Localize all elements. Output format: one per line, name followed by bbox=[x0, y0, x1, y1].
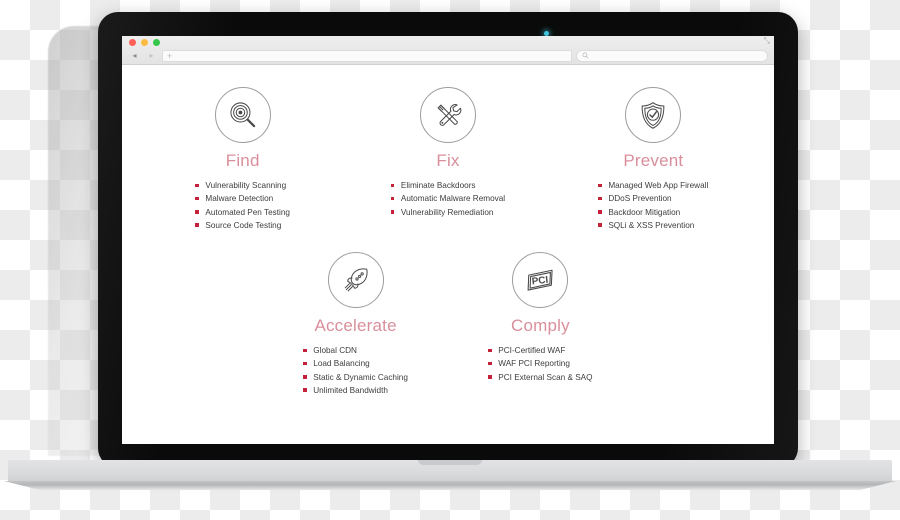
window-controls bbox=[129, 39, 160, 46]
browser-nav-row: ◂ ▸ + bbox=[122, 48, 774, 64]
search-icon bbox=[582, 52, 589, 61]
list-item: Global CDN bbox=[303, 344, 408, 357]
feature-title: Find bbox=[225, 151, 260, 170]
feature-list: Vulnerability Scanning Malware Detection… bbox=[195, 179, 290, 232]
feature-title: Prevent bbox=[623, 151, 684, 170]
back-button[interactable]: ◂ bbox=[128, 50, 141, 62]
address-bar[interactable]: + bbox=[162, 50, 572, 62]
laptop-base-notch bbox=[418, 460, 482, 465]
list-item: PCI External Scan & SAQ bbox=[488, 371, 593, 384]
search-input[interactable] bbox=[576, 50, 768, 62]
list-item: Vulnerability Remediation bbox=[390, 206, 505, 219]
page-content: Find Vulnerability Scanning Malware Dete… bbox=[122, 65, 774, 444]
list-item: Malware Detection bbox=[195, 192, 290, 205]
list-item: Backdoor Mitigation bbox=[598, 206, 708, 219]
list-item: PCI-Certified WAF bbox=[488, 344, 592, 357]
expand-window-icon[interactable]: ⤡ bbox=[764, 37, 770, 45]
pci-badge-icon: PCI bbox=[512, 252, 569, 309]
feature-row-top: Find Vulnerability Scanning Malware Dete… bbox=[140, 87, 756, 232]
feature-title: Fix bbox=[436, 151, 460, 170]
feature-card-accelerate: Accelerate Global CDN Load Balancing Sta… bbox=[263, 252, 448, 397]
list-item: Eliminate Backdoors bbox=[390, 179, 505, 192]
feature-card-fix: Fix Eliminate Backdoors Automatic Malwar… bbox=[345, 87, 550, 232]
forward-button[interactable]: ▸ bbox=[145, 50, 158, 62]
laptop-mockup: ◂ ▸ + ⤡ Find Vulnerability Scanning Malw… bbox=[0, 0, 900, 520]
list-item: DDoS Prevention bbox=[598, 192, 708, 205]
feature-list: PCI-Certified WAF WAF PCI Reporting PCI … bbox=[488, 344, 593, 384]
browser-window: ◂ ▸ + ⤡ Find Vulnerability Scanning Malw… bbox=[122, 36, 774, 444]
browser-toolbar: ◂ ▸ + ⤡ bbox=[122, 36, 774, 65]
list-item: WAF PCI Reporting bbox=[488, 357, 592, 370]
magnifier-target-icon bbox=[214, 87, 271, 143]
feature-list: Eliminate Backdoors Automatic Malware Re… bbox=[390, 179, 505, 219]
minimize-window-button[interactable] bbox=[141, 39, 148, 46]
screwdriver-wrench-icon bbox=[420, 87, 476, 143]
list-item: Automated Pen Testing bbox=[195, 206, 290, 219]
feature-list: Managed Web App Firewall DDoS Prevention… bbox=[598, 179, 708, 232]
laptop-base-lip bbox=[4, 481, 896, 490]
rocket-icon bbox=[327, 252, 384, 309]
feature-row-bottom: Accelerate Global CDN Load Balancing Sta… bbox=[140, 252, 756, 397]
list-item: Load Balancing bbox=[303, 357, 408, 370]
feature-card-comply: PCI Comply PCI-Certified WAF WAF PCI Rep… bbox=[448, 252, 633, 397]
new-tab-icon[interactable]: + bbox=[167, 51, 172, 61]
svg-text:PCI: PCI bbox=[532, 275, 550, 288]
feature-list: Global CDN Load Balancing Static & Dynam… bbox=[303, 344, 408, 397]
close-window-button[interactable] bbox=[129, 39, 136, 46]
list-item: Automatic Malware Removal bbox=[390, 192, 505, 205]
shield-check-icon bbox=[625, 87, 682, 143]
list-item: Static & Dynamic Caching bbox=[303, 371, 408, 384]
maximize-window-button[interactable] bbox=[153, 39, 160, 46]
feature-card-prevent: Prevent Managed Web App Firewall DDoS Pr… bbox=[551, 87, 756, 232]
feature-title: Accelerate bbox=[314, 316, 397, 336]
list-item: Unlimited Bandwidth bbox=[303, 384, 408, 397]
list-item: Vulnerability Scanning bbox=[195, 179, 290, 192]
list-item: SQLi & XSS Prevention bbox=[598, 219, 708, 232]
list-item: Managed Web App Firewall bbox=[598, 179, 708, 192]
list-item: Source Code Testing bbox=[195, 219, 290, 232]
feature-title: Comply bbox=[510, 316, 570, 336]
feature-card-find: Find Vulnerability Scanning Malware Dete… bbox=[140, 87, 345, 232]
